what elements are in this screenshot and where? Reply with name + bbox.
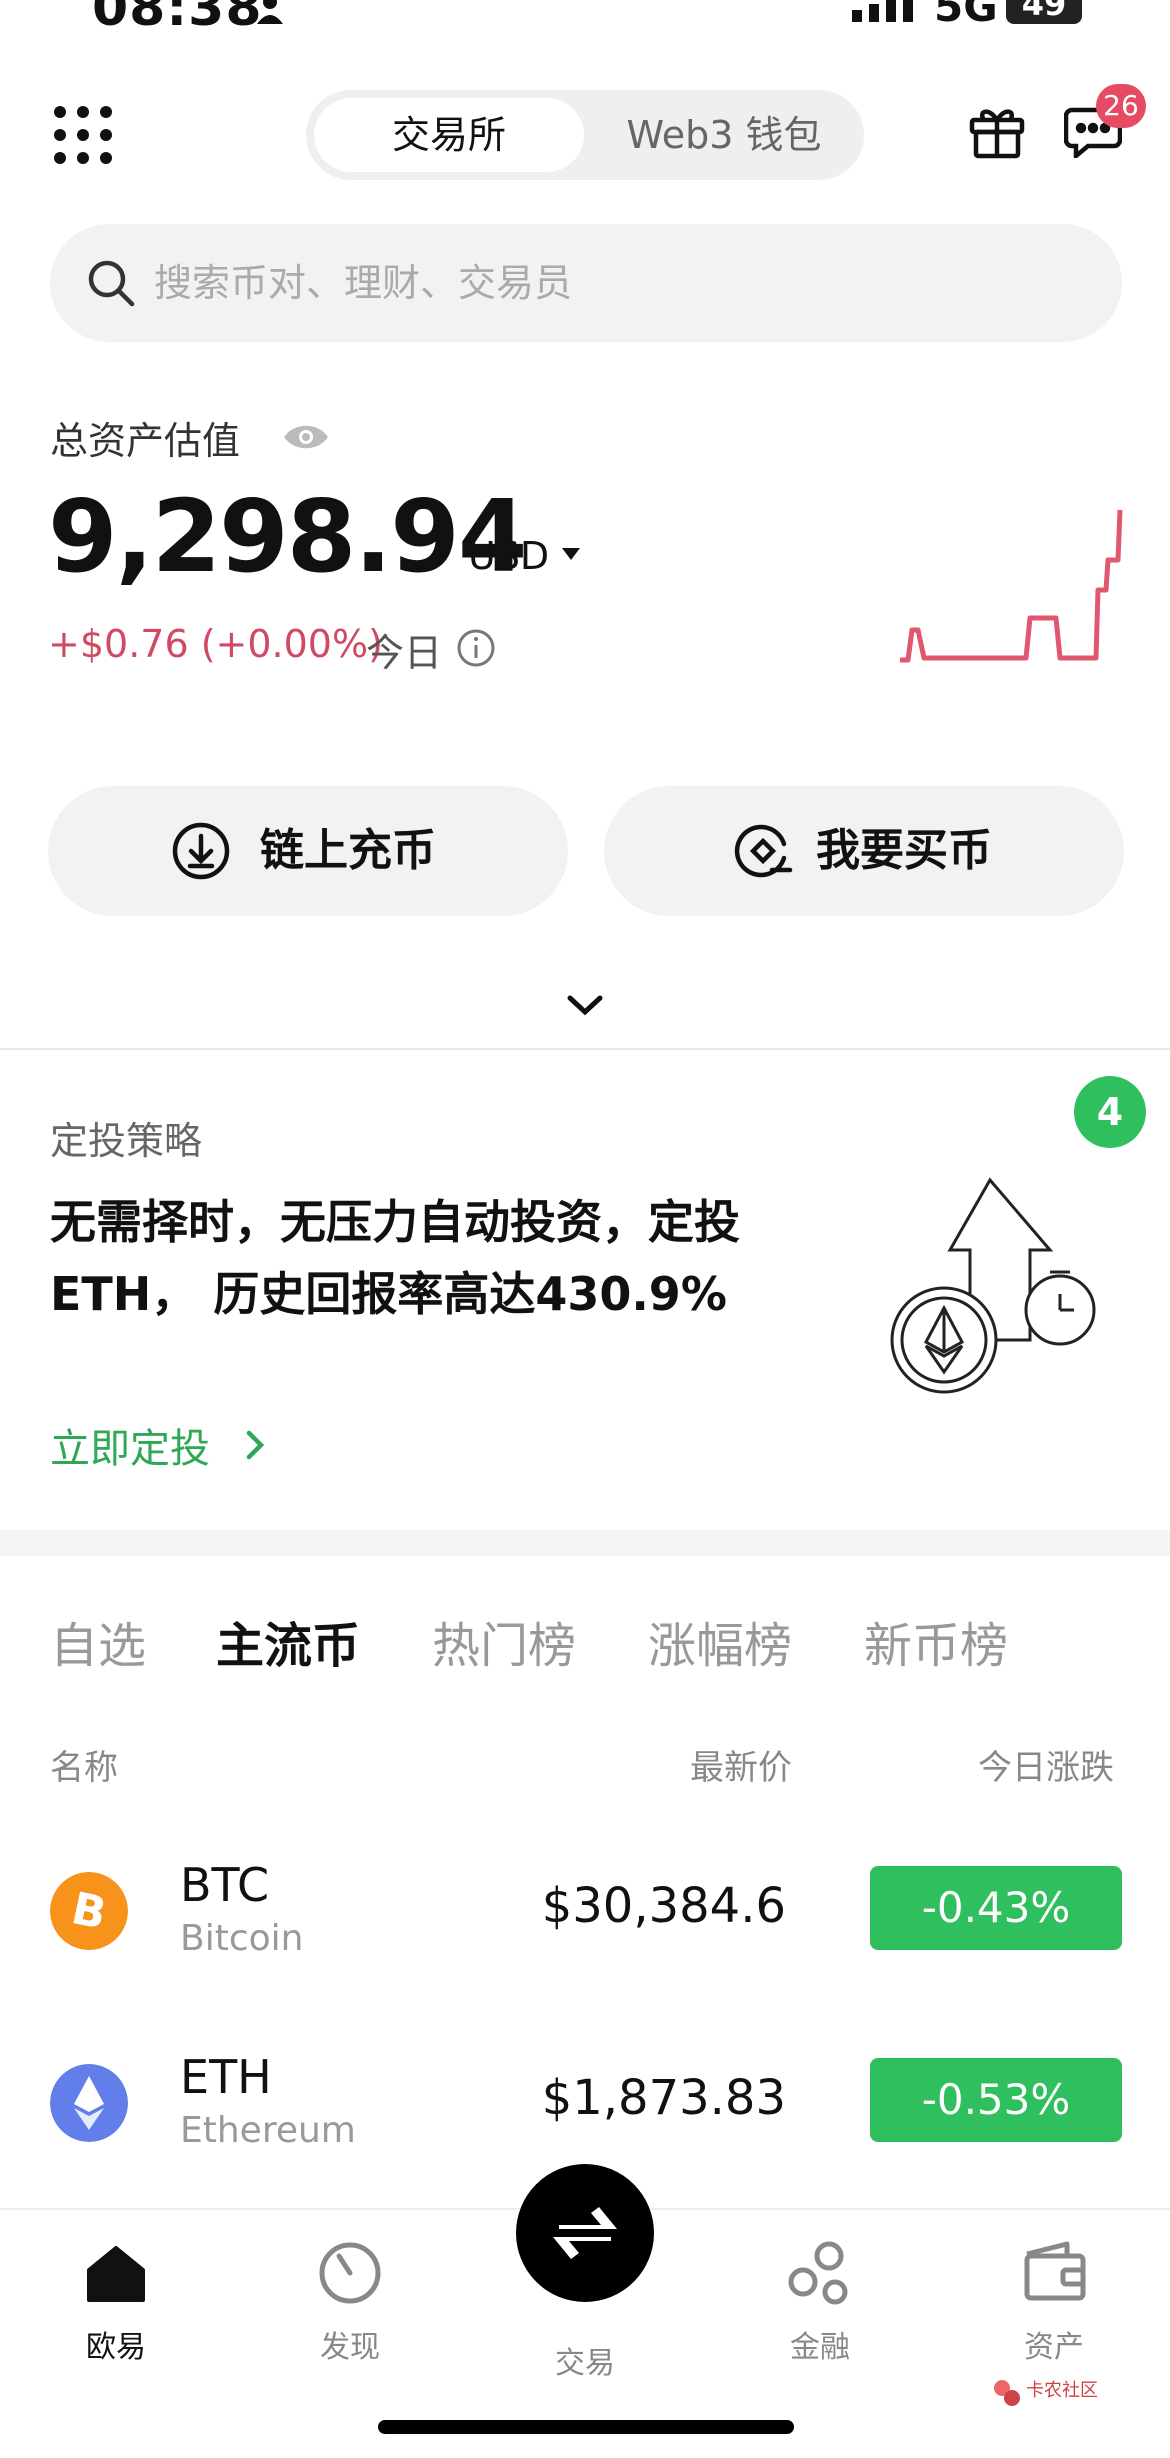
start-dca-link[interactable]: 立即定投 (50, 1416, 210, 1474)
search-icon (88, 260, 135, 307)
download-icon (172, 822, 230, 880)
nav-assets-label: 资产 (1024, 2330, 1084, 2365)
chevron-right-icon[interactable] (244, 1428, 266, 1462)
info-icon[interactable] (456, 628, 496, 668)
tab-gainers[interactable]: 涨幅榜 (648, 1606, 792, 1676)
buy-coin-icon (734, 824, 793, 878)
market-tabs: 自选 主流币 热门榜 涨幅榜 新币榜 (50, 1606, 1122, 1674)
message-badge: 26 (1096, 84, 1146, 128)
wallet-icon (1024, 2241, 1086, 2301)
bitcoin-icon: B (50, 1872, 128, 1950)
mode-switch: 交易所 Web3 钱包 (306, 90, 864, 180)
status-bar: 08:38 5G 49 (0, 0, 1170, 40)
tab-exchange[interactable]: 交易所 (314, 98, 584, 172)
watermark: 卡农社区 (992, 2374, 1112, 2414)
total-assets-label: 总资产估值 (50, 419, 241, 463)
nav-home[interactable]: 欧易 (36, 2238, 196, 2366)
nav-finance-label: 金融 (790, 2330, 850, 2365)
eye-icon[interactable] (282, 420, 330, 454)
gift-icon[interactable] (968, 102, 1026, 160)
coin-symbol: BTC (180, 1858, 270, 1912)
column-header-price: 最新价 (690, 1748, 792, 1788)
caret-down-icon[interactable] (562, 548, 580, 562)
coin-price: $30,384.6 (541, 1878, 786, 1934)
market-row-btc[interactable]: B BTC Bitcoin $30,384.6 -0.43% (0, 1842, 1170, 1982)
deposit-label: 链上充币 (260, 825, 436, 876)
ethereum-icon (50, 2064, 128, 2142)
menu-grid-icon[interactable] (52, 104, 114, 166)
signal-icon (852, 0, 913, 22)
banner-title: 定投策略 (50, 1119, 203, 1163)
pnl-period-label: 今日 (366, 631, 443, 675)
trade-button[interactable] (516, 2164, 654, 2302)
nav-assets[interactable]: 资产 (974, 2238, 1134, 2366)
watermark-text: 卡农社区 (1026, 2380, 1098, 2401)
nav-trade-label[interactable]: 交易 (505, 2338, 665, 2382)
chevron-down-icon[interactable] (564, 990, 606, 1020)
tab-mainstream[interactable]: 主流币 (216, 1606, 360, 1676)
buy-crypto-button[interactable]: 我要买币 (604, 786, 1124, 916)
coin-price: $1,873.83 (541, 2070, 786, 2126)
person-icon (257, 0, 283, 24)
top-bar: 交易所 Web3 钱包 26 (0, 84, 1170, 180)
nav-discover[interactable]: 发现 (270, 2238, 430, 2366)
home-icon (87, 2246, 145, 2302)
nav-finance[interactable]: 金融 (740, 2238, 900, 2366)
home-indicator (378, 2420, 794, 2434)
swap-icon (553, 2207, 617, 2259)
tab-hot[interactable]: 热门榜 (432, 1606, 576, 1676)
deposit-onchain-button[interactable]: 链上充币 (48, 786, 568, 916)
battery-indicator: 49 (1006, 0, 1082, 24)
banner-count-badge: 4 (1074, 1076, 1146, 1148)
divider (0, 1048, 1170, 1050)
coin-name: Ethereum (180, 2110, 356, 2151)
market-row-eth[interactable]: ETH Ethereum $1,873.83 -0.53% (0, 2034, 1170, 2174)
finance-icon (788, 2241, 848, 2305)
coin-name: Bitcoin (180, 1918, 304, 1959)
currency-unit-selector[interactable]: USD (468, 534, 549, 578)
nav-discover-label: 发现 (320, 2330, 380, 2365)
section-divider (0, 1530, 1170, 1556)
coin-change-badge[interactable]: -0.43% (870, 1866, 1122, 1950)
buy-label: 我要买币 (816, 825, 992, 876)
eth-growth-illustration (890, 1177, 1096, 1394)
coin-change-badge[interactable]: -0.53% (870, 2058, 1122, 2142)
banner-text: 无需择时，无压力自动投资，定投 ETH， 历史回报率高达430.9% (50, 1195, 740, 1321)
coin-symbol: ETH (180, 2050, 272, 2104)
status-time: 08:38 (92, 0, 263, 38)
column-header-change: 今日涨跌 (978, 1748, 1114, 1788)
network-type: 5G (934, 0, 998, 31)
tab-new-listings[interactable]: 新币榜 (864, 1606, 1008, 1676)
watermark-logo-icon (994, 2380, 1020, 2406)
tab-web3-wallet[interactable]: Web3 钱包 (592, 98, 856, 172)
search-bar[interactable] (50, 224, 1122, 342)
daily-pnl: +$0.76 (+0.00%) (48, 622, 383, 666)
discover-icon (319, 2242, 381, 2304)
assets-sparkline (900, 509, 1123, 663)
nav-home-label: 欧易 (86, 2330, 146, 2365)
column-header-name: 名称 (50, 1748, 118, 1788)
search-input[interactable] (154, 248, 1054, 318)
tab-favorites[interactable]: 自选 (50, 1606, 146, 1676)
total-assets-value: 9,298.94 (48, 478, 527, 595)
